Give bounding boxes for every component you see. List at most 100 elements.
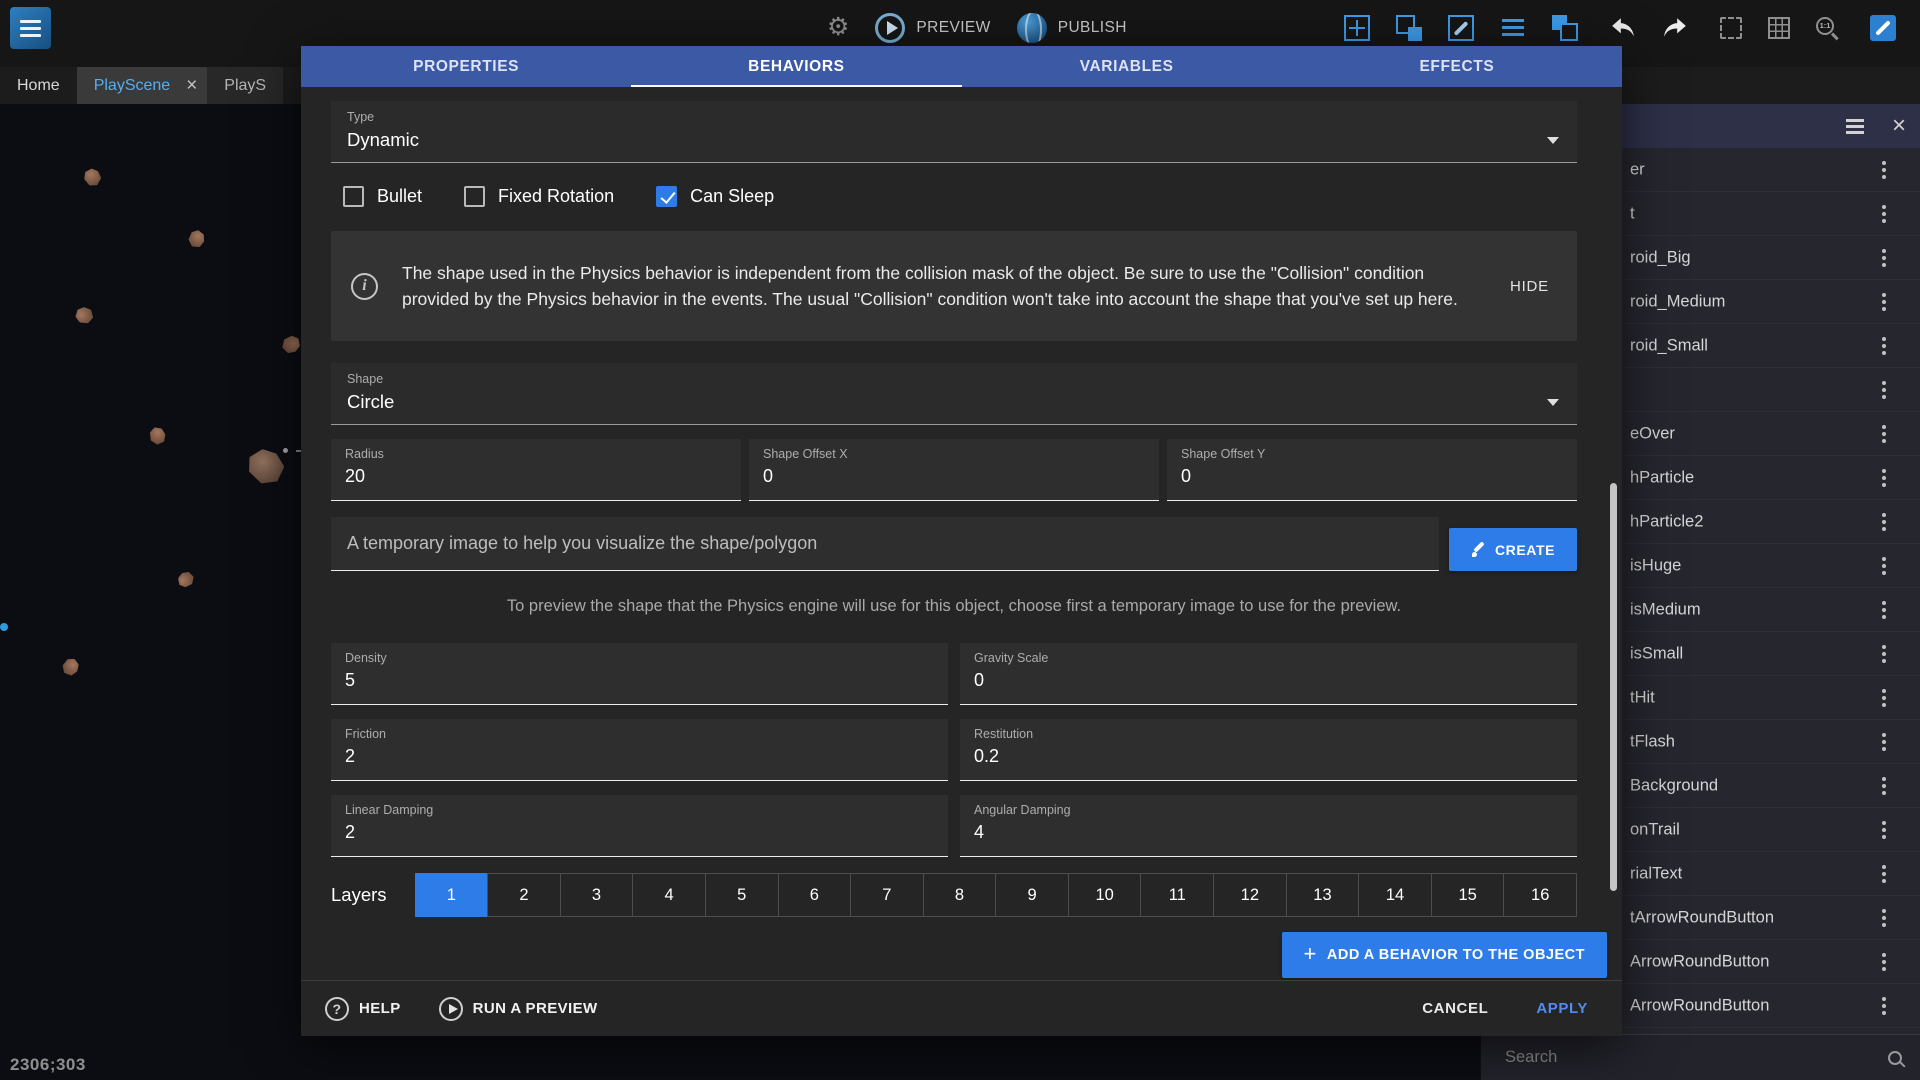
object-menu-icon[interactable]	[1882, 740, 1886, 744]
checkbox-fixed-rotation[interactable]: Fixed Rotation	[464, 186, 614, 207]
radius-value: 20	[345, 466, 727, 487]
asteroid-sprite[interactable]	[62, 658, 79, 676]
object-menu-icon[interactable]	[1882, 212, 1886, 216]
object-menu-icon[interactable]	[1882, 1004, 1886, 1008]
layer-button-6[interactable]: 6	[778, 873, 852, 917]
new-object-icon[interactable]	[1870, 15, 1896, 41]
layer-button-3[interactable]: 3	[560, 873, 634, 917]
layer-button-1[interactable]: 1	[415, 873, 489, 917]
object-menu-icon[interactable]	[1882, 344, 1886, 348]
search-input[interactable]	[1503, 1047, 1878, 1068]
object-menu-icon[interactable]	[1882, 784, 1886, 788]
main-menu-button[interactable]	[10, 7, 51, 49]
checkbox-bullet[interactable]: Bullet	[343, 186, 422, 207]
object-menu-icon[interactable]	[1882, 916, 1886, 920]
object-menu-icon[interactable]	[1882, 388, 1886, 392]
tab-home[interactable]: Home	[0, 67, 77, 104]
object-menu-icon[interactable]	[1882, 652, 1886, 656]
object-menu-icon[interactable]	[1882, 168, 1886, 172]
add-behavior-button[interactable]: + ADD A BEHAVIOR TO THE OBJECT	[1282, 932, 1607, 978]
layer-button-7[interactable]: 7	[850, 873, 924, 917]
object-menu-icon[interactable]	[1882, 696, 1886, 700]
grid-icon[interactable]	[1768, 17, 1790, 39]
layer-button-13[interactable]: 13	[1286, 873, 1360, 917]
asteroid-sprite[interactable]	[146, 424, 169, 447]
shape-offset-y-field[interactable]: Shape Offset Y 0	[1167, 439, 1577, 501]
layer-button-9[interactable]: 9	[995, 873, 1069, 917]
layer-button-2[interactable]: 2	[487, 873, 561, 917]
friction-value: 2	[345, 746, 934, 767]
dialog-tab-variables[interactable]: VARIABLES	[962, 46, 1292, 87]
angular-damping-field[interactable]: Angular Damping 4	[960, 795, 1577, 857]
checkbox-can-sleep[interactable]: Can Sleep	[656, 186, 774, 207]
type-select[interactable]: Type Dynamic	[331, 101, 1577, 163]
object-menu-icon[interactable]	[1882, 564, 1886, 568]
object-menu-icon[interactable]	[1882, 872, 1886, 876]
object-menu-icon[interactable]	[1882, 300, 1886, 304]
close-tab-icon[interactable]: ×	[186, 76, 197, 95]
dialog-tab-behaviors[interactable]: BEHAVIORS	[631, 46, 961, 87]
publish-button[interactable]: PUBLISH	[1017, 13, 1127, 43]
asteroid-sprite[interactable]	[73, 304, 96, 327]
friction-field[interactable]: Friction 2	[331, 719, 948, 781]
cancel-button[interactable]: CANCEL	[1422, 1000, 1488, 1017]
apply-button[interactable]: APPLY	[1536, 1000, 1588, 1017]
panel-close-icon[interactable]: ×	[1892, 114, 1906, 138]
move-instances-icon[interactable]	[1344, 15, 1370, 41]
undo-icon[interactable]	[1610, 17, 1636, 39]
create-button[interactable]: CREATE	[1449, 528, 1577, 571]
layer-button-8[interactable]: 8	[923, 873, 997, 917]
object-menu-icon[interactable]	[1882, 608, 1886, 612]
layer-buttons: 12345678910111213141516	[415, 873, 1577, 917]
layer-button-5[interactable]: 5	[705, 873, 779, 917]
filter-icon[interactable]	[1846, 119, 1864, 122]
density-field[interactable]: Density 5	[331, 643, 948, 705]
asteroid-sprite[interactable]	[279, 332, 303, 356]
object-menu-icon[interactable]	[1882, 256, 1886, 260]
asteroid-sprite[interactable]	[82, 167, 103, 188]
dialog-tab-effects[interactable]: EFFECTS	[1292, 46, 1622, 87]
layers-icon[interactable]	[1552, 15, 1578, 41]
project-settings-icon[interactable]: ⚙	[827, 15, 849, 40]
shape-offset-x-field[interactable]: Shape Offset X 0	[749, 439, 1159, 501]
object-menu-icon[interactable]	[1882, 520, 1886, 524]
restitution-field[interactable]: Restitution 0.2	[960, 719, 1577, 781]
asteroid-sprite[interactable]	[187, 229, 206, 249]
dialog-tab-properties[interactable]: PROPERTIES	[301, 46, 631, 87]
object-menu-icon[interactable]	[1882, 960, 1886, 964]
temp-image-field[interactable]: A temporary image to help you visualize …	[331, 517, 1439, 571]
layer-button-14[interactable]: 14	[1358, 873, 1432, 917]
run-preview-button[interactable]: RUN A PREVIEW	[439, 997, 598, 1021]
radius-field[interactable]: Radius 20	[331, 439, 741, 501]
layer-button-10[interactable]: 10	[1068, 873, 1142, 917]
tab-playscene-events[interactable]: PlayS	[207, 67, 283, 104]
instances-list-icon[interactable]	[1500, 15, 1526, 41]
layer-button-4[interactable]: 4	[632, 873, 706, 917]
help-button[interactable]: ? HELP	[325, 997, 401, 1021]
shape-select[interactable]: Shape Circle	[331, 363, 1577, 425]
asteroid-sprite[interactable]	[176, 569, 197, 590]
layer-button-15[interactable]: 15	[1431, 873, 1505, 917]
tab-playscene[interactable]: PlayScene ×	[77, 67, 208, 104]
linear-damping-field[interactable]: Linear Damping 2	[331, 795, 948, 857]
hide-button[interactable]: HIDE	[1510, 278, 1549, 295]
dialog-footer: ? HELP RUN A PREVIEW CANCEL APPLY	[301, 980, 1622, 1036]
selection-handle-dot[interactable]	[283, 448, 288, 453]
gravity-scale-field[interactable]: Gravity Scale 0	[960, 643, 1577, 705]
redo-icon[interactable]	[1662, 17, 1688, 39]
search-icon[interactable]	[1888, 1051, 1902, 1065]
layer-button-11[interactable]: 11	[1140, 873, 1214, 917]
object-menu-icon[interactable]	[1882, 432, 1886, 436]
edit-scene-icon[interactable]	[1448, 15, 1474, 41]
dialog-scrollbar[interactable]	[1610, 483, 1617, 891]
zoom-reset-icon[interactable]: 1:1	[1816, 17, 1838, 39]
object-menu-icon[interactable]	[1882, 828, 1886, 832]
preview-button[interactable]: PREVIEW	[875, 13, 990, 43]
fit-selection-icon[interactable]	[1720, 17, 1742, 39]
layer-button-12[interactable]: 12	[1213, 873, 1287, 917]
layer-button-16[interactable]: 16	[1503, 873, 1577, 917]
asteroid-sprite[interactable]	[245, 447, 286, 487]
boolean-union-icon[interactable]	[1396, 15, 1422, 41]
tab-playscene-label: PlayScene	[94, 77, 171, 95]
object-menu-icon[interactable]	[1882, 476, 1886, 480]
